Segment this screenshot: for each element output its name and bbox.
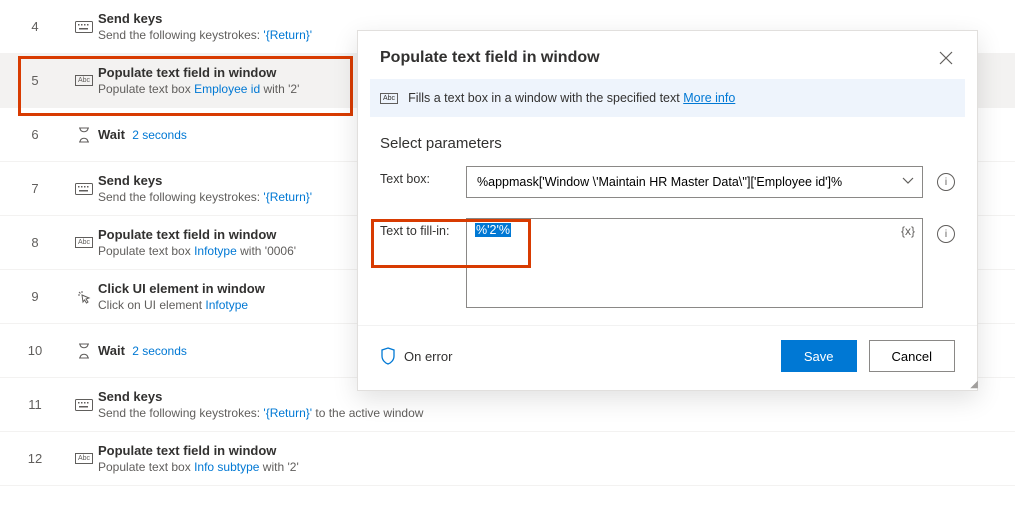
info-banner: Abc Fills a text box in a window with th… bbox=[370, 79, 965, 117]
info-icon[interactable]: i bbox=[937, 225, 955, 243]
close-button[interactable] bbox=[937, 49, 955, 67]
step-number: 5 bbox=[0, 73, 70, 88]
step-title: Send keys bbox=[98, 11, 312, 26]
more-info-link[interactable]: More info bbox=[683, 91, 735, 105]
shield-icon bbox=[380, 347, 396, 365]
abc-icon: Abc bbox=[70, 453, 98, 464]
resize-handle[interactable]: ◢ bbox=[970, 383, 974, 387]
step-number: 6 bbox=[0, 127, 70, 142]
step-number: 12 bbox=[0, 451, 70, 466]
keyboard-icon bbox=[70, 21, 98, 33]
step-description: Populate text box Info subtype with '2' bbox=[98, 460, 299, 474]
step-number: 11 bbox=[0, 397, 70, 412]
step-number: 9 bbox=[0, 289, 70, 304]
step-number: 4 bbox=[0, 19, 70, 34]
section-heading: Select parameters bbox=[358, 117, 977, 156]
step-description: Send the following keystrokes: '{Return}… bbox=[98, 406, 423, 420]
banner-text: Fills a text box in a window with the sp… bbox=[408, 91, 683, 105]
close-icon bbox=[939, 51, 953, 65]
step-inline-value: 2 seconds bbox=[132, 128, 187, 142]
step-number: 10 bbox=[0, 343, 70, 358]
step-title: Send keys bbox=[98, 389, 423, 404]
step-title: Wait bbox=[98, 127, 125, 142]
chevron-down-icon[interactable] bbox=[901, 174, 915, 188]
step-title: Wait bbox=[98, 343, 125, 358]
step-description: Send the following keystrokes: '{Return}… bbox=[98, 28, 312, 42]
flow-step[interactable]: 12AbcPopulate text field in window Popula… bbox=[0, 432, 1015, 486]
click-icon bbox=[70, 289, 98, 305]
cancel-button[interactable]: Cancel bbox=[869, 340, 955, 372]
abc-icon: Abc bbox=[70, 75, 98, 86]
fill-param-label: Text to fill-in: bbox=[380, 218, 452, 238]
step-number: 8 bbox=[0, 235, 70, 250]
keyboard-icon bbox=[70, 399, 98, 411]
step-title: Click UI element in window bbox=[98, 281, 265, 296]
step-title: Populate text field in window bbox=[98, 65, 299, 80]
abc-icon: Abc bbox=[70, 237, 98, 248]
on-error-toggle[interactable]: On error bbox=[380, 347, 452, 365]
fill-value-selection: %'2'% bbox=[475, 223, 511, 237]
hourglass-icon bbox=[70, 127, 98, 143]
step-description: Populate text box Employee id with '2' bbox=[98, 82, 299, 96]
step-inline-value: 2 seconds bbox=[132, 344, 187, 358]
action-edit-panel: Populate text field in window Abc Fills … bbox=[357, 30, 978, 391]
variable-picker-button[interactable]: {x} bbox=[901, 224, 915, 238]
textbox-param-label: Text box: bbox=[380, 166, 452, 186]
step-description: Click on UI element Infotype bbox=[98, 298, 265, 312]
step-title: Populate text field in window bbox=[98, 227, 296, 242]
panel-title: Populate text field in window bbox=[380, 49, 600, 67]
step-description: Populate text box Infotype with '0006' bbox=[98, 244, 296, 258]
step-number: 7 bbox=[0, 181, 70, 196]
hourglass-icon bbox=[70, 343, 98, 359]
abc-icon: Abc bbox=[380, 93, 398, 104]
info-icon[interactable]: i bbox=[937, 173, 955, 191]
save-button[interactable]: Save bbox=[781, 340, 857, 372]
step-title: Send keys bbox=[98, 173, 312, 188]
textbox-select-input[interactable] bbox=[466, 166, 923, 198]
step-title: Populate text field in window bbox=[98, 443, 299, 458]
text-to-fill-input[interactable] bbox=[466, 218, 923, 308]
keyboard-icon bbox=[70, 183, 98, 195]
step-description: Send the following keystrokes: '{Return}… bbox=[98, 190, 312, 204]
